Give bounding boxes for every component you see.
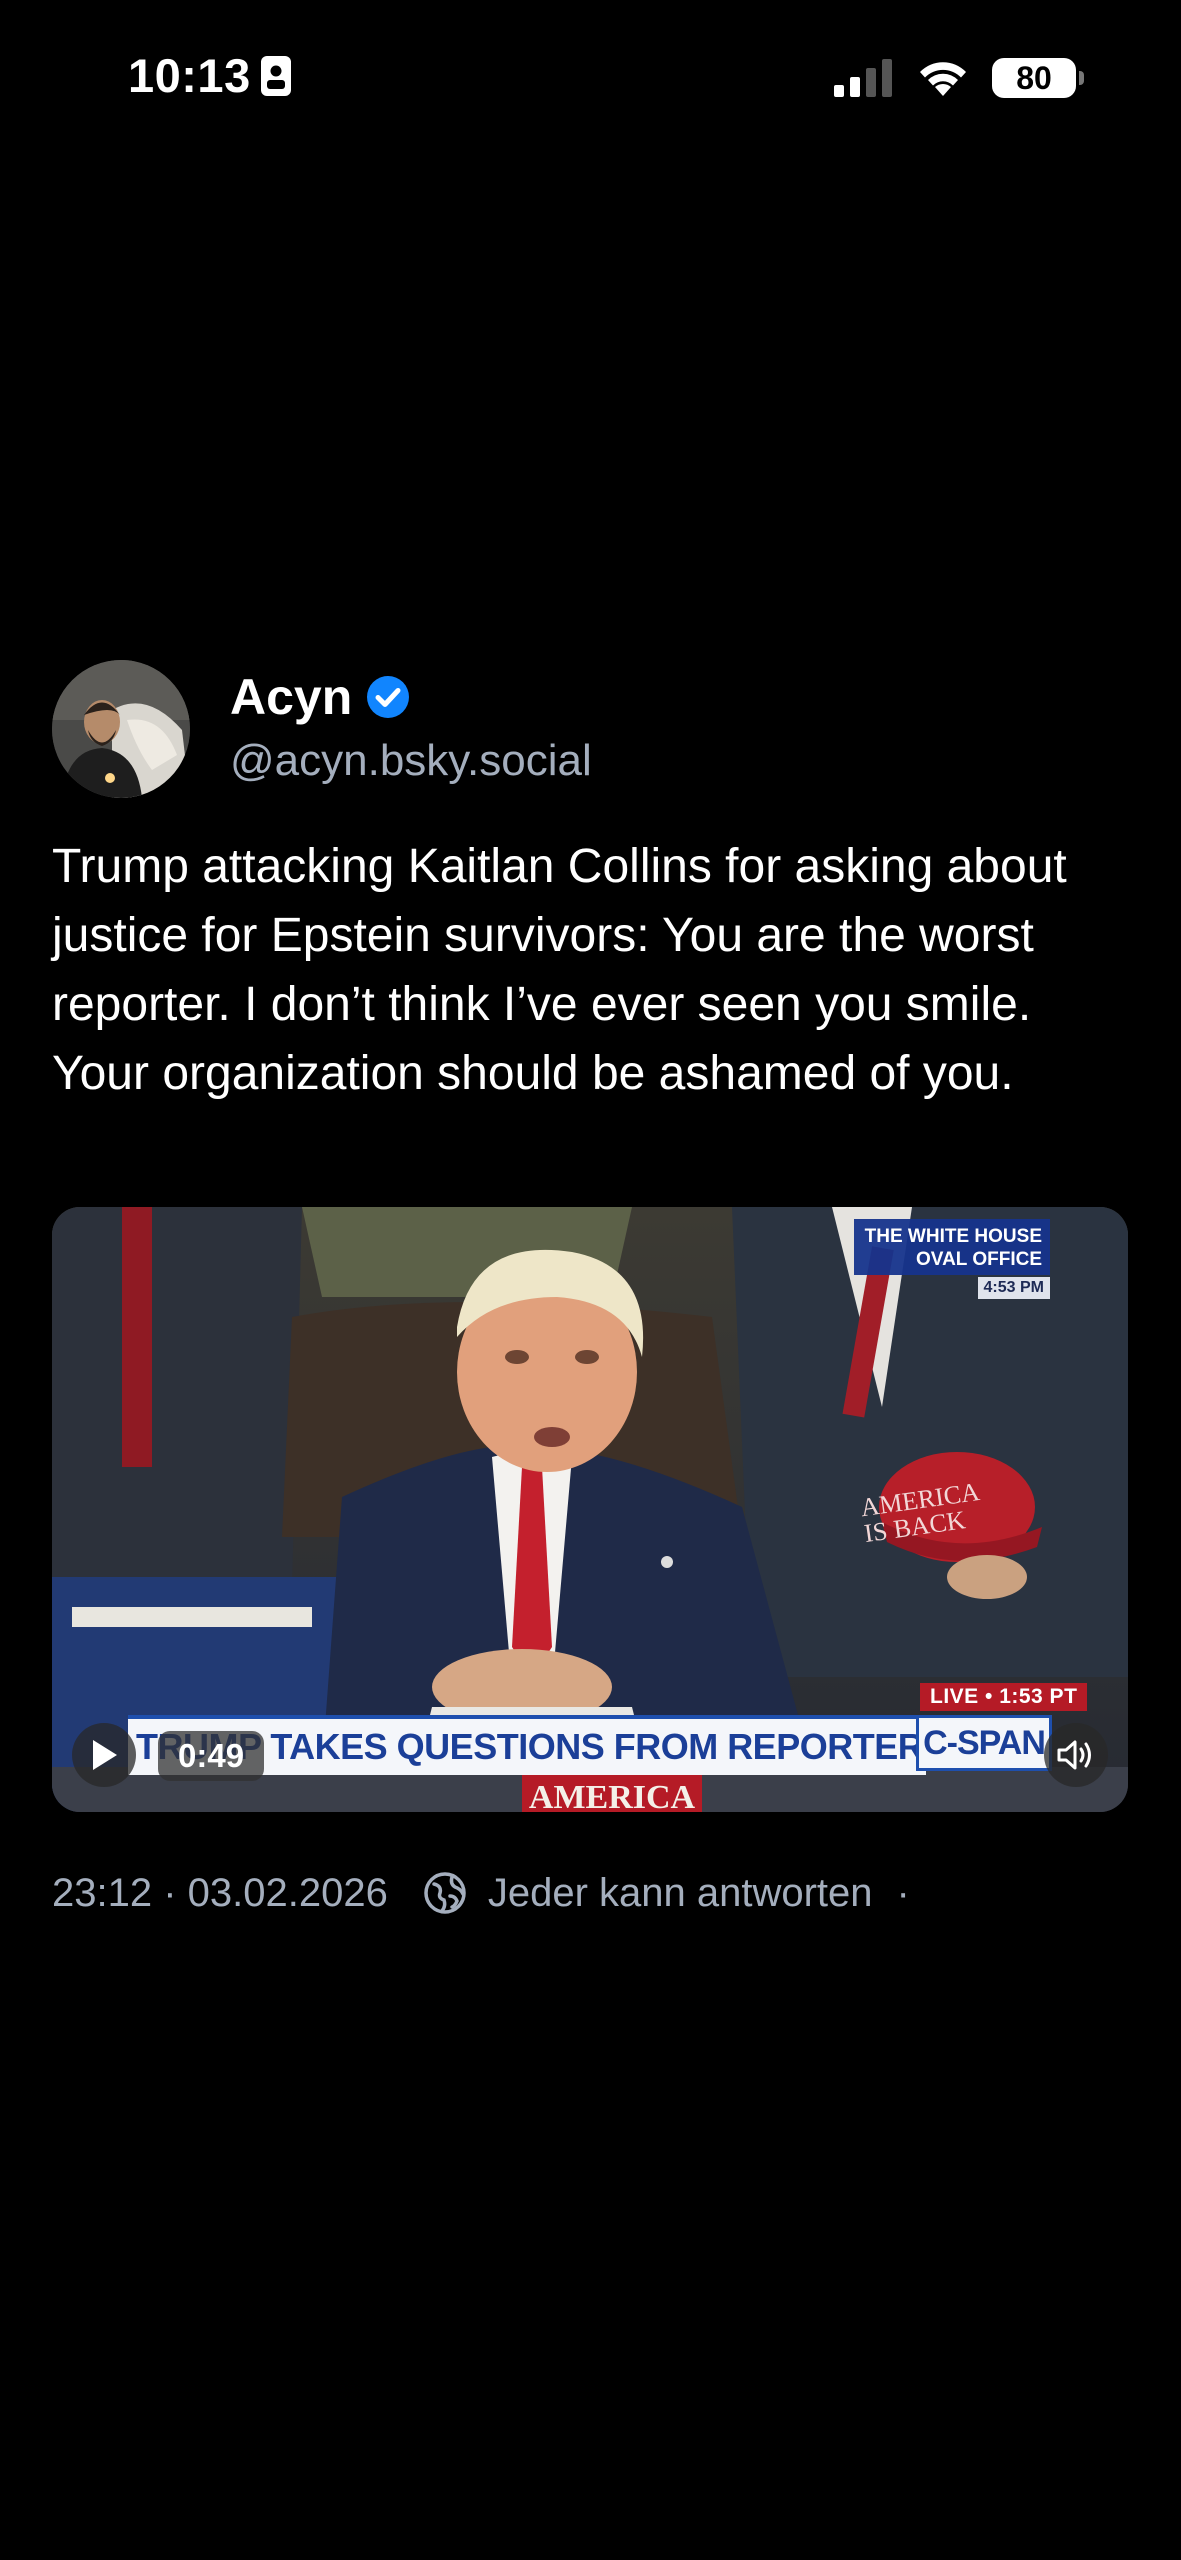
play-icon [93,1740,117,1770]
status-time: 10:13 [128,48,291,103]
battery-level: 80 [1016,59,1052,96]
reply-setting[interactable]: Jeder kann antworten [488,1871,873,1916]
status-bar: 10:13 80 [0,0,1181,160]
location-tag: THE WHITE HOUSE OVAL OFFICE [854,1219,1050,1275]
battery-indicator: 80 [992,58,1084,98]
wifi-icon [920,62,966,96]
post-meta: 23:12 · 03.02.2026 Jeder kann antworten … [52,1870,910,1916]
id-card-icon [260,55,291,96]
mute-button[interactable] [1044,1723,1108,1787]
banner-text: AMERICA [522,1775,702,1812]
live-tag: LIVE • 1:53 PT [920,1683,1088,1711]
video-duration: 0:49 [158,1731,265,1781]
location-tag-time: 4:53 PM [977,1277,1050,1299]
post-timestamp: 23:12 · 03.02.2026 [52,1870,388,1915]
clock-text: 10:13 [128,49,251,102]
avatar-photo [52,660,190,798]
speaker-icon [1057,1740,1091,1770]
status-icons: 80 [834,58,1084,98]
play-button[interactable] [72,1723,136,1787]
author-name[interactable]: Acyn [230,668,352,726]
meta-separator: · [896,1870,910,1915]
cellular-signal-icon [834,59,892,97]
location-tag-line2: OVAL OFFICE [916,1249,1042,1270]
video-player[interactable]: THE WHITE HOUSE OVAL OFFICE 4:53 PM AMER… [52,1207,1128,1812]
post-text: Trump attacking Kaitlan Collins for aski… [52,840,1067,1100]
author-handle[interactable]: @acyn.bsky.social [230,736,592,786]
author-name-row[interactable]: Acyn [230,668,410,726]
verified-badge-icon [367,676,410,718]
avatar[interactable] [52,660,190,798]
location-tag-line1: THE WHITE HOUSE [864,1226,1042,1247]
post-card: Acyn @acyn.bsky.social Trump attacking K… [0,632,1181,1932]
network-logo: C-SPAN [916,1715,1052,1771]
globe-reply-icon [424,1872,466,1914]
